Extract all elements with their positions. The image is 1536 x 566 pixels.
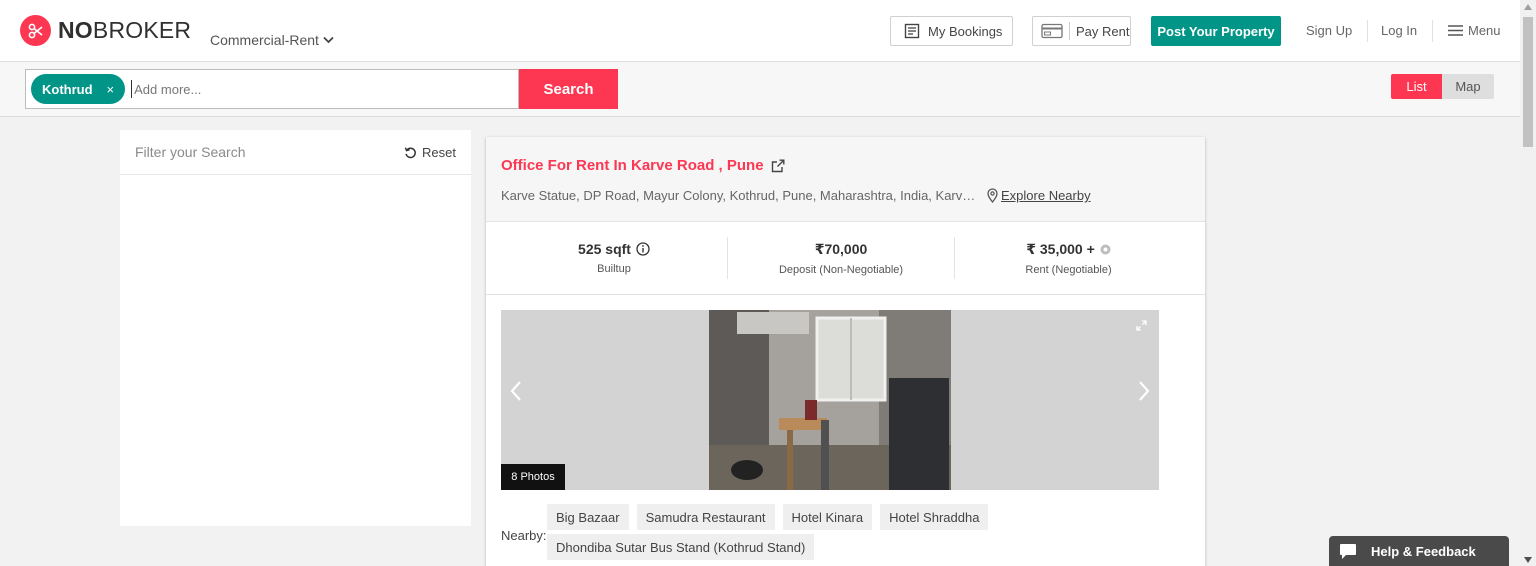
rent-label: Rent (Negotiable)	[1025, 263, 1112, 276]
office-room-photo	[709, 310, 951, 490]
maintenance-info-icon[interactable]	[1100, 244, 1111, 255]
info-icon[interactable]	[636, 242, 650, 256]
top-navbar: NOBROKER Commercial-Rent My Bookings Pay…	[0, 0, 1520, 62]
property-card: Office For Rent In Karve Road , Pune Kar…	[486, 137, 1205, 566]
nobroker-logo[interactable]: NOBROKER	[20, 15, 191, 46]
property-title-link[interactable]: Office For Rent In Karve Road , Pune	[501, 157, 1190, 174]
nearby-tag: Dhondiba Sutar Bus Stand (Kothrud Stand)	[547, 534, 815, 560]
property-address: Karve Statue, DP Road, Mayur Colony, Kot…	[501, 188, 1190, 203]
nearby-tag: Big Bazaar	[547, 504, 629, 530]
filter-header: Filter your Search Reset	[120, 130, 471, 175]
help-feedback-button[interactable]: Help & Feedback	[1329, 536, 1509, 566]
view-toggle: List Map	[1391, 74, 1494, 99]
deposit-stat: ₹70,000 Deposit (Non-Negotiable)	[728, 237, 955, 279]
log-in-link[interactable]: Log In	[1381, 23, 1417, 38]
card-header: Office For Rent In Karve Road , Pune Kar…	[486, 137, 1205, 222]
builtup-stat: 525 sqft Builtup	[501, 237, 728, 279]
photo-gallery[interactable]: 8 Photos	[501, 310, 1159, 490]
search-bar: Kothrud × Search List Map	[0, 62, 1520, 117]
builtup-value: 525 sqft	[578, 241, 631, 257]
category-dropdown[interactable]: Commercial-Rent	[210, 32, 334, 48]
nearby-list: Big Bazaar Samudra Restaurant Hotel Kina…	[547, 504, 1067, 564]
explore-nearby-link[interactable]: Explore Nearby	[987, 188, 1091, 203]
map-view-button[interactable]: Map	[1442, 74, 1494, 99]
external-link-icon	[771, 159, 785, 172]
address-text: Karve Statue, DP Road, Mayur Colony, Kot…	[501, 188, 981, 203]
nearby-label: Nearby:	[501, 528, 547, 543]
filter-panel: Filter your Search Reset	[120, 130, 471, 526]
my-bookings-button[interactable]: My Bookings	[890, 16, 1013, 46]
locality-chip: Kothrud ×	[31, 74, 126, 104]
photo-count-badge: 8 Photos	[501, 464, 565, 490]
search-button[interactable]: Search	[519, 69, 618, 109]
sign-up-link[interactable]: Sign Up	[1306, 23, 1352, 38]
nearby-section: Nearby: Big Bazaar Samudra Restaurant Ho…	[501, 504, 1191, 564]
logo-scissors-icon	[20, 15, 51, 46]
bookings-list-icon	[904, 23, 920, 39]
builtup-label: Builtup	[597, 263, 631, 275]
scrollbar-thumb[interactable]	[1523, 17, 1533, 147]
page-scrollbar[interactable]	[1520, 0, 1536, 566]
pay-rent-button[interactable]: Pay Rent	[1032, 16, 1131, 46]
nearby-tag: Samudra Restaurant	[636, 504, 775, 530]
menu-button[interactable]: Menu	[1448, 23, 1501, 38]
chat-bubble-icon	[1340, 543, 1356, 559]
chip-remove-icon[interactable]: ×	[107, 82, 115, 97]
logo-text: NOBROKER	[58, 17, 192, 43]
list-view-button[interactable]: List	[1391, 74, 1442, 99]
location-pin-icon	[987, 188, 998, 203]
gallery-next-arrow-icon[interactable]	[1137, 380, 1151, 402]
reset-icon	[404, 146, 416, 158]
deposit-label: Deposit (Non-Negotiable)	[778, 263, 904, 276]
deposit-value: ₹70,000	[814, 240, 868, 257]
post-property-button[interactable]: Post Your Property	[1151, 16, 1281, 46]
pay-rent-separator	[1069, 22, 1070, 40]
nearby-tag: Hotel Kinara	[782, 504, 873, 530]
category-label: Commercial-Rent	[210, 32, 319, 48]
header-divider	[1432, 20, 1433, 42]
scroll-up-arrow-icon[interactable]	[1524, 4, 1532, 10]
chevron-down-icon	[323, 36, 334, 44]
filter-title: Filter your Search	[135, 144, 246, 160]
property-stats: 525 sqft Builtup ₹70,000 Deposit (Non-Ne…	[486, 222, 1205, 295]
credit-card-icon	[1041, 23, 1063, 39]
rent-stat: ₹ 35,000 + Rent (Negotiable)	[955, 237, 1182, 279]
locality-search-box: Kothrud ×	[25, 69, 519, 109]
expand-icon[interactable]	[1136, 320, 1147, 331]
header-divider	[1367, 20, 1368, 42]
locality-chip-label: Kothrud	[42, 81, 93, 97]
search-input[interactable]	[131, 80, 512, 98]
hamburger-icon	[1448, 25, 1463, 36]
rent-value: ₹ 35,000 +	[1026, 240, 1095, 257]
scroll-down-arrow-icon[interactable]	[1524, 557, 1532, 563]
nearby-tag: Hotel Shraddha	[880, 504, 989, 530]
reset-filters-button[interactable]: Reset	[404, 145, 456, 160]
gallery-prev-arrow-icon[interactable]	[509, 380, 523, 402]
